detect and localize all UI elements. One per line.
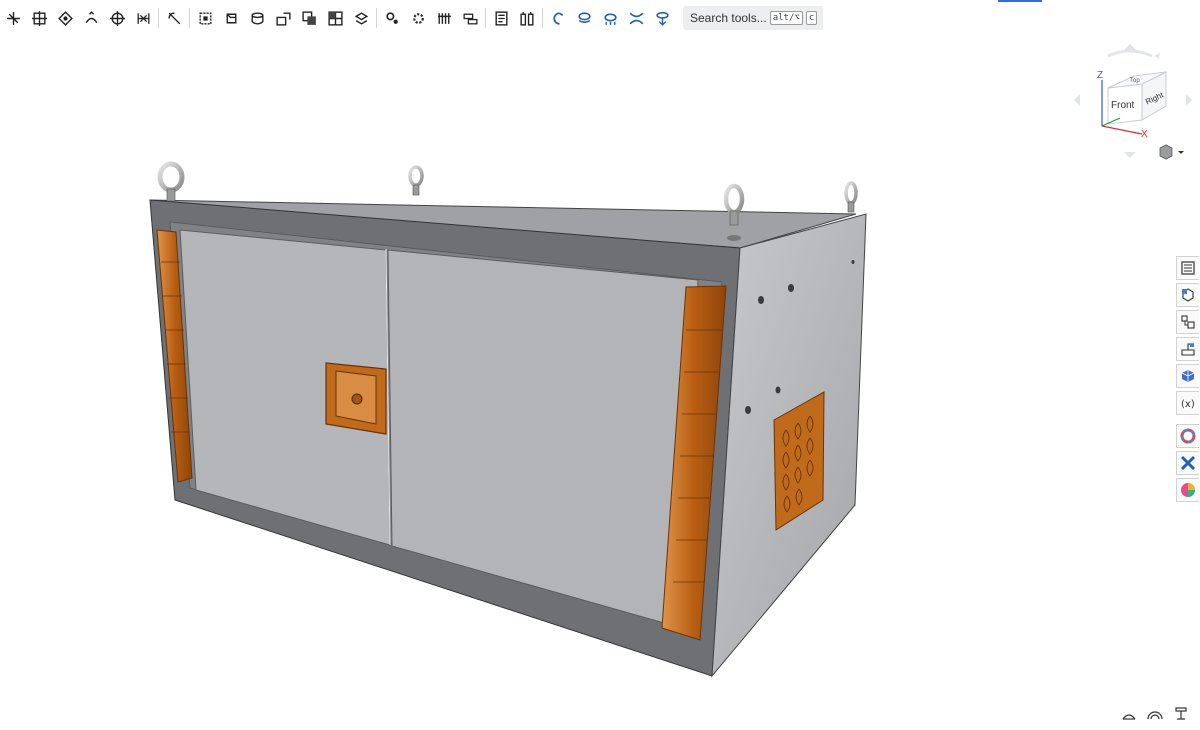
view-cube[interactable]: Front Right Top Z X xyxy=(1068,40,1200,165)
parts-icon[interactable] xyxy=(1176,283,1199,307)
app-store-icon-2[interactable] xyxy=(1176,451,1199,475)
search-tools-button[interactable]: Search tools... alt/⌥ c xyxy=(683,6,824,30)
chamfer-icon[interactable] xyxy=(192,5,218,31)
sheet-metal-icon[interactable] xyxy=(545,5,571,31)
draft-icon[interactable] xyxy=(218,5,244,31)
revolve-icon[interactable] xyxy=(52,5,78,31)
feature-toolbar: Search tools... alt/⌥ c xyxy=(0,0,1200,36)
sweep-icon[interactable] xyxy=(78,5,104,31)
toolbar-separator xyxy=(158,8,159,28)
boolean-icon[interactable] xyxy=(296,5,322,31)
section-view-icon[interactable] xyxy=(1172,705,1190,723)
curve-icon[interactable] xyxy=(597,5,623,31)
toolbar-icon-group xyxy=(0,0,675,36)
surface-icon[interactable] xyxy=(623,5,649,31)
sketch-icon[interactable] xyxy=(0,5,26,31)
graphics-viewport[interactable] xyxy=(0,36,1200,725)
toolbar-separator xyxy=(485,8,486,28)
app-store-icon-1[interactable] xyxy=(1176,424,1199,448)
bottom-right-controls xyxy=(1120,705,1200,725)
svg-text:(x): (x) xyxy=(1181,399,1195,410)
toolbar-separator xyxy=(376,8,377,28)
wrap-icon[interactable] xyxy=(649,5,675,31)
feature-list-icon[interactable] xyxy=(1176,256,1199,280)
thicken-icon[interactable] xyxy=(130,5,156,31)
view-cube-front-label: Front xyxy=(1111,100,1135,111)
axis-z-label: Z xyxy=(1097,70,1103,81)
axis-x-label: X xyxy=(1141,129,1148,140)
eye-bolt-1 xyxy=(157,161,185,202)
app-store-icon-3[interactable] xyxy=(1176,478,1199,502)
plane-icon[interactable] xyxy=(457,5,483,31)
eye-bolt-2 xyxy=(408,165,424,196)
toolbar-separator xyxy=(542,8,543,28)
mirror-icon[interactable] xyxy=(405,5,431,31)
pattern-icon[interactable] xyxy=(379,5,405,31)
measure-icon[interactable] xyxy=(1120,705,1138,723)
view-cube-top-label: Top xyxy=(1130,78,1140,84)
model-render xyxy=(149,161,867,678)
extrude-icon[interactable] xyxy=(26,5,52,31)
helix-icon[interactable] xyxy=(488,5,514,31)
sheet-metal-table-icon[interactable] xyxy=(1176,337,1199,361)
toolbar-separator xyxy=(189,8,190,28)
hole-icon[interactable] xyxy=(270,5,296,31)
active-tab-indicator xyxy=(998,0,1042,2)
frame-icon[interactable] xyxy=(571,5,597,31)
eye-bolt-4 xyxy=(844,181,858,213)
variables-icon[interactable]: (x) xyxy=(1176,391,1199,415)
view-options-icon[interactable] xyxy=(1146,705,1164,723)
shortcut-key-c: c xyxy=(805,11,818,25)
door-latch xyxy=(325,362,387,435)
shortcut-key-alt: alt/⌥ xyxy=(769,11,803,25)
right-panel-rail: (x) xyxy=(1176,256,1200,505)
variable-icon[interactable] xyxy=(514,5,540,31)
shell-icon[interactable] xyxy=(244,5,270,31)
search-tools-label: Search tools... xyxy=(690,11,767,25)
split-icon[interactable] xyxy=(322,5,348,31)
assembly-icon[interactable] xyxy=(1176,310,1199,334)
fillet-icon[interactable] xyxy=(161,5,187,31)
mate-connector-icon[interactable] xyxy=(431,5,457,31)
transform-icon[interactable] xyxy=(348,5,374,31)
view-cube-menu-icon[interactable] xyxy=(1159,144,1184,160)
loft-icon[interactable] xyxy=(104,5,130,31)
appearance-icon[interactable] xyxy=(1176,364,1199,388)
